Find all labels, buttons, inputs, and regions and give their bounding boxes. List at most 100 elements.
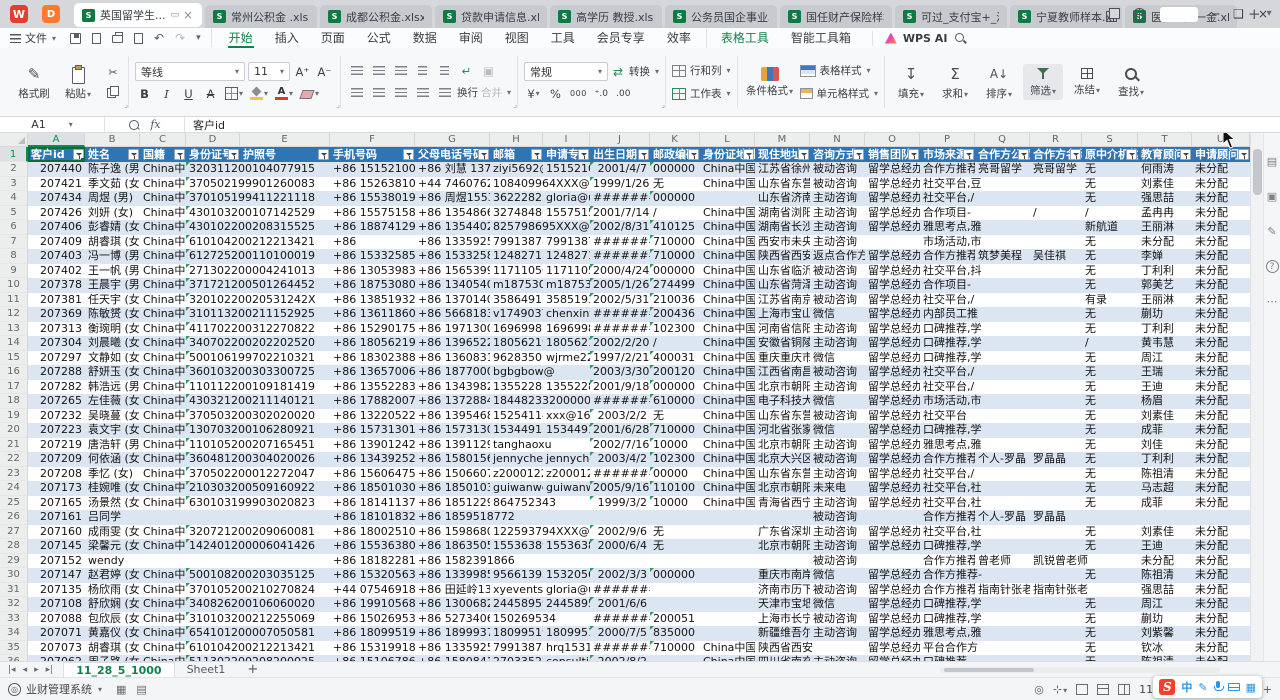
cell[interactable]: 18448233200000@qq: [490, 394, 590, 409]
row-header[interactable]: 16: [0, 365, 28, 380]
cell[interactable]: 合作方推荐-: [920, 568, 1082, 583]
cell[interactable]: 留学总经办: [865, 394, 920, 409]
number-format-select[interactable]: 常规▾: [524, 62, 608, 81]
cell[interactable]: +86 18099519: [330, 626, 415, 641]
cell[interactable]: 102300: [650, 322, 700, 337]
cell[interactable]: 835000: [650, 626, 755, 641]
cell[interactable]: 留学总经办: [865, 293, 920, 308]
cell[interactable]: 无: [1082, 525, 1138, 540]
cell[interactable]: +86 1395468251: [415, 409, 490, 424]
print-button[interactable]: [112, 33, 123, 43]
wrap-text-icon[interactable]: ↵: [457, 62, 476, 79]
column-header[interactable]: Q: [975, 133, 1030, 147]
cell[interactable]: 留学总经办: [865, 539, 920, 554]
cell[interactable]: 370105199411221118: [186, 191, 330, 206]
header-cell[interactable]: 客户id: [28, 147, 85, 162]
cell[interactable]: 主动咨询: [810, 220, 865, 235]
column-header[interactable]: L: [700, 133, 755, 147]
row-header[interactable]: 31: [0, 583, 28, 598]
cell[interactable]: 山东省东营: [755, 409, 810, 424]
cell[interactable]: +86 18056219: [330, 336, 415, 351]
ime-mic-icon[interactable]: [1214, 680, 1222, 694]
cell[interactable]: 207297: [28, 351, 85, 366]
column-header[interactable]: F: [330, 133, 415, 147]
cell[interactable]: 180562199: [490, 336, 543, 351]
header-cell[interactable]: 合作方名称: [1030, 147, 1082, 162]
cell[interactable]: 成菲: [1138, 423, 1192, 438]
cell[interactable]: +86 1971300890: [415, 322, 490, 337]
cell[interactable]: 2001/4/7: [590, 162, 650, 177]
cell[interactable]: 2001/7/14: [590, 206, 650, 221]
filter-button-icon[interactable]: [578, 149, 589, 160]
cell[interactable]: 个人-罗晶: [975, 510, 1030, 525]
cell[interactable]: China中国: [140, 539, 186, 554]
cell[interactable]: 610000: [650, 394, 700, 409]
cell[interactable]: 无: [650, 525, 755, 540]
cell[interactable]: +86 1370140948: [415, 293, 490, 308]
column-header[interactable]: C: [140, 133, 186, 147]
cell[interactable]: 唐浩轩 (男: [85, 438, 140, 453]
filter-button-icon[interactable]: [1018, 149, 1029, 160]
cell[interactable]: 430102200208315525: [186, 220, 330, 235]
cell[interactable]: China中国: [140, 307, 186, 322]
panel-icon[interactable]: ▣: [1267, 190, 1277, 203]
cell[interactable]: 117110505: [543, 264, 590, 279]
undo-button[interactable]: ↶: [154, 29, 164, 47]
cell[interactable]: 180995191: [543, 626, 590, 641]
cell[interactable]: China中国: [140, 423, 186, 438]
justify-button[interactable]: [413, 84, 432, 101]
cell[interactable]: 主动咨询: [810, 191, 865, 206]
cell[interactable]: 无: [1082, 409, 1138, 424]
cell[interactable]: China中国: [700, 307, 755, 322]
cell[interactable]: 被动咨询: [810, 162, 865, 177]
menu-item[interactable]: 视图: [494, 29, 540, 48]
cell[interactable]: China中国: [700, 641, 755, 656]
cell[interactable]: 2002/2/20: [590, 336, 650, 351]
font-color-button[interactable]: A▾: [273, 85, 295, 102]
menu-item[interactable]: 工具: [540, 29, 586, 48]
cell[interactable]: +86 13851932: [330, 293, 415, 308]
row-header[interactable]: 17: [0, 380, 28, 395]
clear-button[interactable]: ▾: [298, 85, 321, 102]
header-cell[interactable]: 现住地址: [755, 147, 810, 162]
cell[interactable]: +86 田延岭13954: [415, 583, 490, 598]
cell[interactable]: 2002/5/31: [590, 293, 650, 308]
cell[interactable]: 000000: [650, 162, 700, 177]
cell[interactable]: /: [1030, 206, 1082, 221]
header-cell[interactable]: 父母电话号码: [415, 147, 490, 162]
cell[interactable]: 留学总经办: [865, 336, 920, 351]
dialog-launcher-icon[interactable]: ⌟: [513, 100, 517, 109]
cell[interactable]: 000000: [650, 264, 700, 279]
cell[interactable]: 陕西省西安: [755, 249, 810, 264]
cell[interactable]: 无: [1082, 481, 1138, 496]
cell[interactable]: 新航道: [1082, 220, 1138, 235]
cell[interactable]: chenxinyur: [543, 307, 590, 322]
cell[interactable]: 被动咨询: [810, 452, 865, 467]
cell[interactable]: 未分配: [1192, 307, 1250, 322]
cell[interactable]: 河南省信阳: [755, 322, 810, 337]
file-tab[interactable]: S公务员国企事业单...: [665, 5, 777, 28]
cell[interactable]: 10000: [650, 496, 700, 511]
cell[interactable]: 2005/1/26: [590, 278, 650, 293]
cell[interactable]: 110105200207165451: [186, 438, 330, 453]
add-sheet-button[interactable]: +: [247, 662, 258, 677]
paste-button[interactable]: 粘贴▾: [58, 62, 98, 103]
cell[interactable]: 合作方推荐: [920, 249, 975, 264]
cell[interactable]: 1997/2/21: [590, 351, 650, 366]
cell[interactable]: 320721200209060081: [186, 525, 330, 540]
cell[interactable]: 358519326: [543, 293, 590, 308]
cell[interactable]: 未分配: [1192, 409, 1250, 424]
cell[interactable]: 2000/7/5: [590, 626, 650, 641]
cell[interactable]: bgbgbow@: [490, 365, 590, 380]
eye-icon[interactable]: ◎: [1034, 683, 1044, 696]
cell[interactable]: 社交平台,/: [920, 467, 1082, 482]
cell[interactable]: 合作方推荐: [920, 452, 975, 467]
row-header[interactable]: 1: [0, 147, 28, 162]
cell[interactable]: 430321200211140121: [186, 394, 330, 409]
cell[interactable]: 无: [1082, 380, 1138, 395]
file-tab[interactable]: S常州公积金 .xlsx: [205, 5, 317, 28]
cell[interactable]: +86 1372884680: [415, 394, 490, 409]
cell[interactable]: +86 1340540988: [415, 278, 490, 293]
cell[interactable]: +86 18101832: [330, 510, 415, 525]
percent-button[interactable]: %: [546, 85, 565, 102]
